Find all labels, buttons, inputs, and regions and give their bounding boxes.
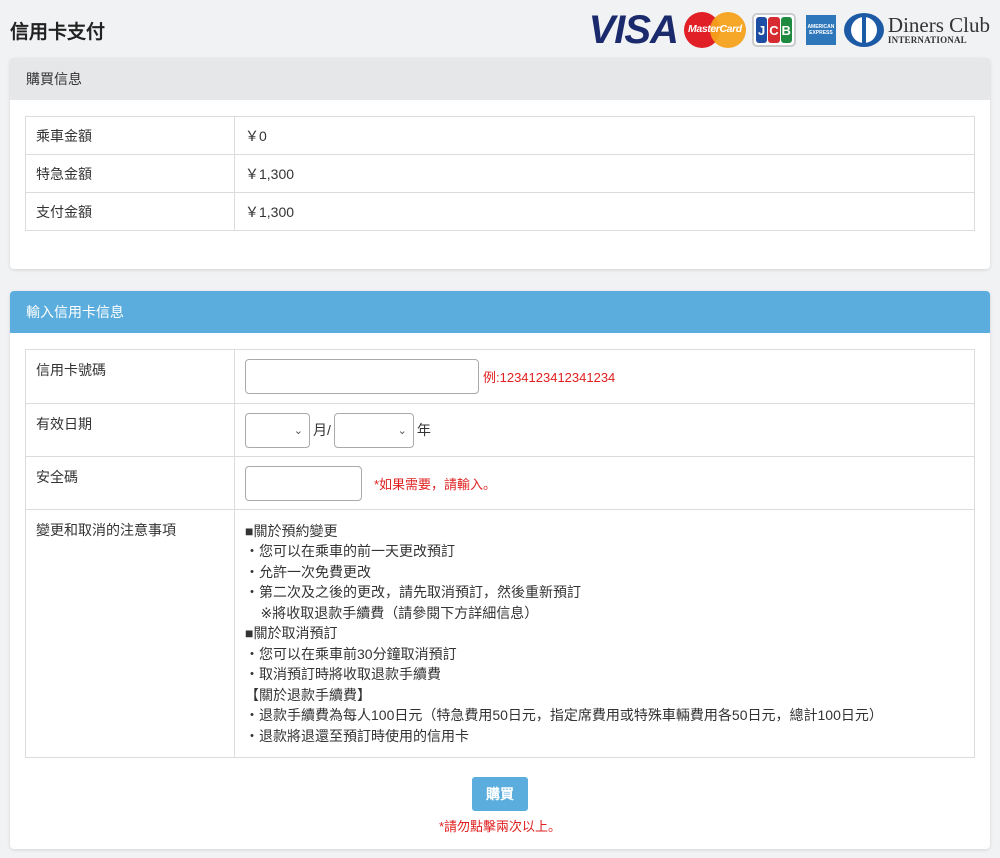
security-code-label: 安全碼 <box>25 456 235 510</box>
table-row: 變更和取消的注意事項 ■關於預約變更 ・您可以在乘車的前一天更改預訂 ・允許一次… <box>25 509 975 758</box>
table-row: 特急金額 ￥1,300 <box>25 154 975 193</box>
month-unit: 月/ <box>313 422 331 438</box>
card-brand-logos: VISA MasterCard J C B AMERICAN EXPRESS D… <box>589 10 990 50</box>
expiry-label: 有效日期 <box>25 403 235 457</box>
fare-label: 乘車金額 <box>25 116 235 155</box>
table-row: 有效日期 ⌄ 月/ ⌄ 年 <box>25 403 975 457</box>
jcb-logo: J C B <box>751 13 796 47</box>
mastercard-logo: MasterCard <box>683 12 746 48</box>
fare-value: ￥0 <box>234 116 975 155</box>
notes-line: ・允許一次免費更改 <box>245 563 371 580</box>
purchase-info-table: 乘車金額 ￥0 特急金額 ￥1,300 支付金額 ￥1,300 <box>25 116 975 231</box>
cancellation-notes: ■關於預約變更 ・您可以在乘車的前一天更改預訂 ・允許一次免費更改 ・第二次及之… <box>245 511 964 757</box>
amex-logo: AMERICAN EXPRESS <box>805 15 836 45</box>
express-fee-label: 特急金額 <box>25 154 235 193</box>
purchase-info-panel: 購買信息 乘車金額 ￥0 特急金額 ￥1,300 支付金額 ￥1,300 <box>10 58 990 269</box>
double-click-warning: *請勿點擊兩次以上。 <box>438 819 562 834</box>
card-number-label: 信用卡號碼 <box>25 349 235 404</box>
notes-line: 【關於退款手續費】 <box>245 686 371 703</box>
expiry-month-select[interactable]: ⌄ <box>245 412 310 448</box>
security-code-hint: *如果需要，請輸入。 <box>374 476 497 492</box>
total-label: 支付金額 <box>25 192 235 231</box>
notes-line: ・第二次及之後的更改，請先取消預訂，然後重新預訂 <box>245 584 581 601</box>
notes-line: ・退款將退還至預訂時使用的信用卡 <box>245 727 469 744</box>
chevron-down-icon: ⌄ <box>293 424 303 437</box>
header: 信用卡支付 VISA MasterCard J C B AMERICAN EXP… <box>0 0 1000 58</box>
jcb-logo-b: B <box>780 17 792 43</box>
visa-logo: VISA <box>588 8 679 52</box>
diners-club-logo: Diners Club INTERNATIONAL <box>843 13 990 47</box>
diners-club-icon <box>843 13 884 47</box>
notes-line: ・您可以在乘車前30分鐘取消預訂 <box>245 645 457 662</box>
page-title: 信用卡支付 <box>10 22 106 43</box>
notes-line: ・退款手續費為每人100日元（特急費用50日元，指定席費用或特殊車輛費用各50日… <box>245 707 883 724</box>
card-info-title: 輸入信用卡信息 <box>10 291 990 333</box>
expiry-year-select[interactable]: ⌄ <box>333 412 414 448</box>
card-number-input[interactable] <box>245 359 479 394</box>
table-row: 支付金額 ￥1,300 <box>25 192 975 231</box>
mastercard-logo-text: MasterCard <box>688 23 742 35</box>
total-value: ￥1,300 <box>234 192 975 231</box>
jcb-logo-c: C <box>768 17 780 43</box>
chevron-down-icon: ⌄ <box>397 424 407 437</box>
purchase-info-title: 購買信息 <box>10 58 990 100</box>
table-row: 安全碼 *如果需要，請輸入。 <box>25 456 975 510</box>
table-row: 乘車金額 ￥0 <box>25 116 975 155</box>
buy-button[interactable]: 購買 <box>472 777 528 811</box>
notes-line: ・您可以在乘車的前一天更改預訂 <box>245 543 455 560</box>
table-row: 信用卡號碼 例:1234123412341234 <box>25 349 975 404</box>
diners-club-sub: INTERNATIONAL <box>887 35 967 45</box>
card-number-hint: 例:1234123412341234 <box>483 370 616 385</box>
notes-line: ■關於取消預訂 <box>245 625 338 642</box>
diners-club-name: Diners Club <box>887 13 990 37</box>
security-code-input[interactable] <box>245 465 362 501</box>
year-unit: 年 <box>416 422 431 438</box>
jcb-logo-j: J <box>755 17 768 43</box>
card-info-table: 信用卡號碼 例:1234123412341234 有效日期 ⌄ 月/ ⌄ 年 安全碼 … <box>25 349 975 758</box>
notes-line: ・取消預訂時將收取退款手續費 <box>245 666 441 683</box>
express-fee-value: ￥1,300 <box>234 154 975 193</box>
card-info-panel: 輸入信用卡信息 信用卡號碼 例:1234123412341234 有效日期 ⌄ 月… <box>10 291 990 849</box>
notes-line: ※將收取退款手續費（請參閱下方詳細信息） <box>245 604 539 621</box>
notes-line: ■關於預約變更 <box>245 522 338 539</box>
notes-label: 變更和取消的注意事項 <box>25 509 235 758</box>
